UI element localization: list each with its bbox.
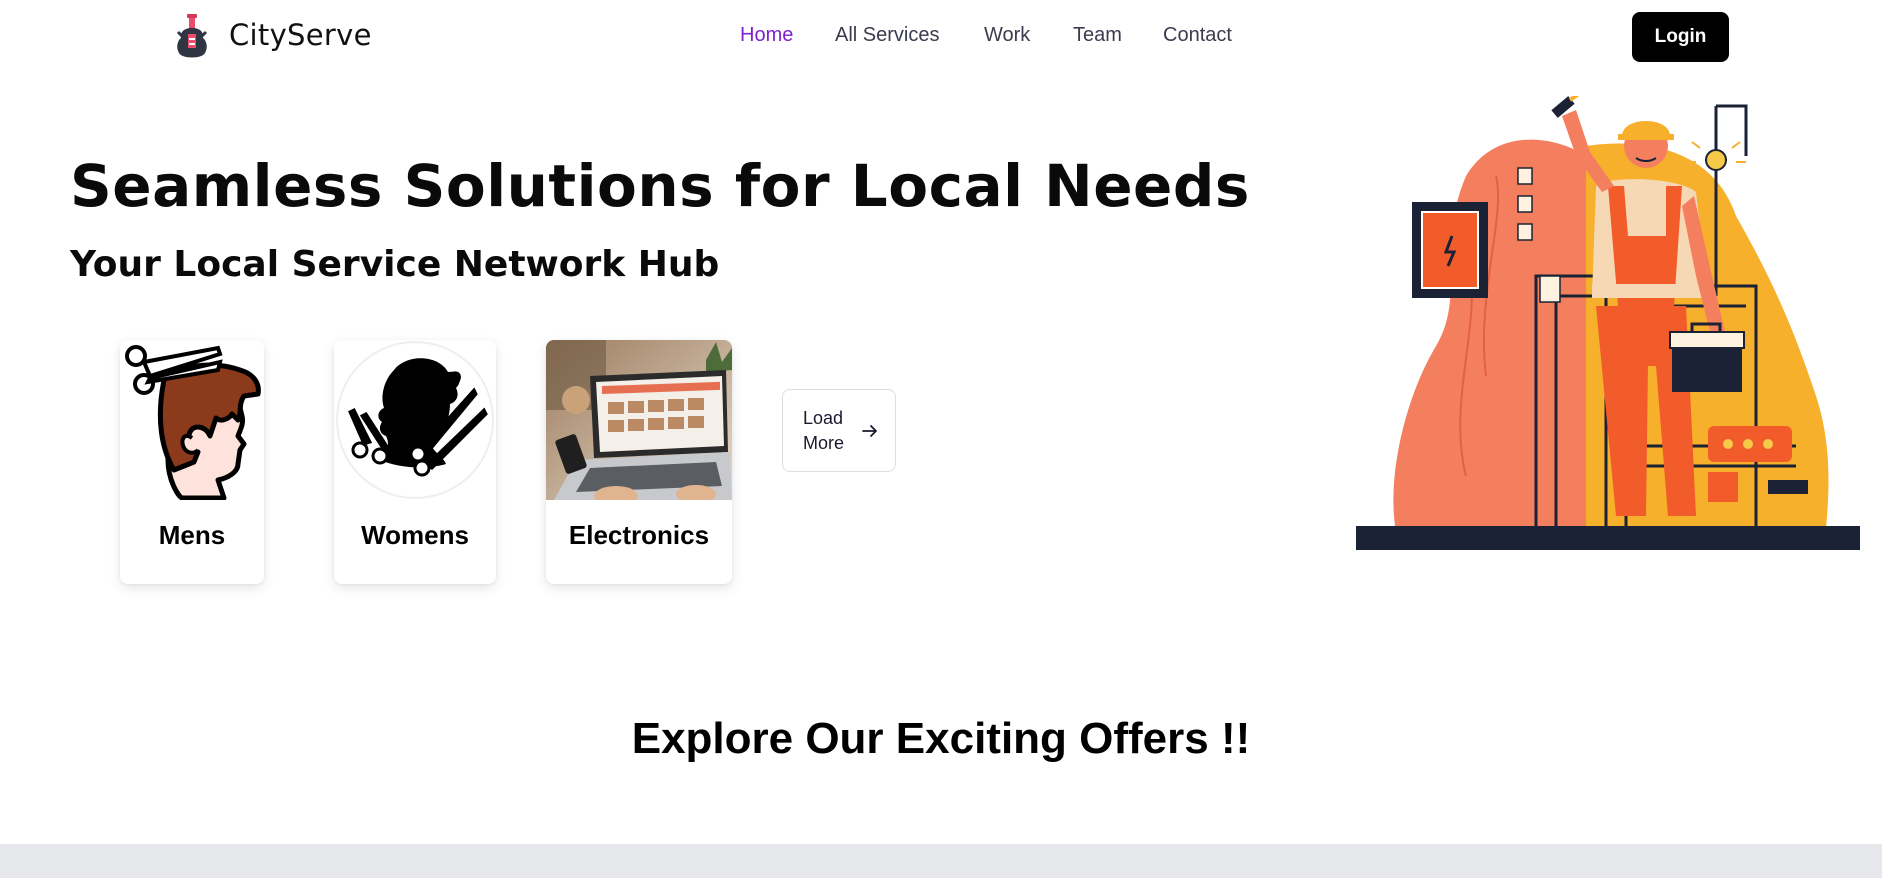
brand-name[interactable]: CityServe xyxy=(229,18,372,52)
offers-section-band xyxy=(0,844,1882,878)
category-label-womens: Womens xyxy=(361,520,469,550)
electrician-illustration xyxy=(1356,96,1860,550)
laptop-photo xyxy=(546,340,732,500)
nav-all-services[interactable]: All Services xyxy=(835,24,939,47)
arrow-right-icon xyxy=(862,424,877,437)
load-more-label: Load More xyxy=(803,407,845,453)
nav-team[interactable]: Team xyxy=(1073,24,1122,47)
category-card-mens[interactable]: Mens xyxy=(120,340,264,584)
hero-subtitle: Your Local Service Network Hub xyxy=(70,244,720,285)
womens-haircut-icon xyxy=(336,341,494,499)
hero-title: Seamless Solutions for Local Needs xyxy=(70,152,1250,220)
category-card-electronics[interactable]: Electronics xyxy=(546,340,732,584)
login-button[interactable]: Login xyxy=(1632,12,1729,62)
nav-contact[interactable]: Contact xyxy=(1163,24,1232,47)
category-label-electronics: Electronics xyxy=(568,520,710,550)
load-more-button[interactable]: Load More xyxy=(782,389,896,472)
category-card-womens[interactable]: Womens xyxy=(334,340,496,584)
nav-work[interactable]: Work xyxy=(984,24,1030,47)
mens-haircut-icon xyxy=(125,345,261,500)
guitar-icon[interactable] xyxy=(174,14,210,60)
offers-title: Explore Our Exciting Offers !! xyxy=(631,714,1251,763)
category-label-mens: Mens xyxy=(158,520,226,550)
nav-home[interactable]: Home xyxy=(740,24,793,47)
